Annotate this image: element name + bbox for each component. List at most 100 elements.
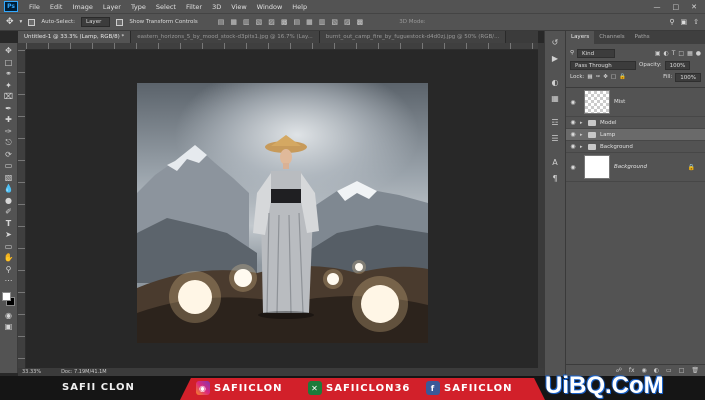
zoom-level[interactable]: 33.33%	[22, 369, 41, 375]
move-tool-icon[interactable]: ✥	[2, 45, 16, 57]
crop-tool-icon[interactable]: ⌧	[2, 91, 16, 103]
eyedropper-tool-icon[interactable]: ✒	[2, 103, 16, 115]
vertical-ruler[interactable]	[18, 50, 26, 368]
quick-select-tool-icon[interactable]: ✦	[2, 80, 16, 92]
shape-filter-icon[interactable]: □	[678, 50, 684, 57]
path-selection-tool-icon[interactable]: ➤	[2, 229, 16, 241]
quick-mask-icon[interactable]: ◉	[2, 310, 16, 322]
share-icon[interactable]: ⇧	[693, 18, 699, 26]
document-tab[interactable]: Untitled-1 @ 33.3% (Lamp, RGB/8) *	[18, 31, 132, 43]
paragraph-panel-icon[interactable]: ¶	[548, 173, 562, 185]
layer-group-lamp[interactable]: ◉ ▸ Lamp	[566, 129, 705, 141]
align-right-icon[interactable]: ▩	[281, 18, 288, 26]
distribute-middle-icon[interactable]: ▦	[306, 18, 313, 26]
menu-file[interactable]: File	[24, 3, 45, 11]
chevron-right-icon[interactable]: ▸	[580, 144, 586, 150]
tool-preset-chevron-icon[interactable]: ▾	[20, 19, 23, 25]
menu-edit[interactable]: Edit	[45, 3, 68, 11]
menu-filter[interactable]: Filter	[181, 3, 207, 11]
lock-all-icon[interactable]: 🔒	[619, 74, 626, 80]
filter-kind-dropdown[interactable]: Kind	[577, 48, 616, 58]
menu-layer[interactable]: Layer	[98, 3, 126, 11]
clone-stamp-tool-icon[interactable]: ⎋	[2, 137, 16, 149]
layer-row-mist[interactable]: ◉ Mist	[566, 88, 705, 117]
visibility-eye-icon[interactable]: ◉	[566, 143, 580, 150]
search-icon[interactable]: ⚲	[669, 18, 674, 26]
brush-tool-icon[interactable]: ✑	[2, 126, 16, 138]
properties-panel-icon[interactable]: ☰	[548, 133, 562, 145]
eraser-tool-icon[interactable]: ▭	[2, 160, 16, 172]
maximize-icon[interactable]: □	[673, 3, 680, 11]
menu-3d[interactable]: 3D	[207, 3, 226, 11]
visibility-eye-icon[interactable]: ◉	[566, 99, 580, 106]
workspace-icon[interactable]: ▣	[681, 18, 688, 26]
auto-select-checkbox[interactable]	[28, 18, 36, 26]
menu-help[interactable]: Help	[287, 3, 312, 11]
adjustments-panel-icon[interactable]: ☲	[548, 117, 562, 129]
auto-select-dropdown[interactable]: Layer	[81, 17, 111, 27]
delete-layer-icon[interactable]: 🗑	[691, 367, 699, 374]
align-center-icon[interactable]: ▨	[268, 18, 275, 26]
visibility-eye-icon[interactable]: ◉	[566, 119, 580, 126]
gradient-tool-icon[interactable]: ▧	[2, 172, 16, 184]
tab-paths[interactable]: Paths	[630, 31, 655, 44]
distribute-left-icon[interactable]: ▧	[331, 18, 338, 26]
new-layer-icon[interactable]: □	[679, 367, 685, 374]
fill-input[interactable]: 100%	[675, 72, 701, 82]
horizontal-ruler[interactable]	[26, 43, 538, 50]
adjustment-filter-icon[interactable]: ◐	[663, 50, 668, 57]
lock-paint-icon[interactable]: ✑	[596, 74, 601, 80]
opacity-input[interactable]: 100%	[664, 60, 691, 70]
chevron-right-icon[interactable]: ▸	[580, 132, 586, 138]
color-panel-icon[interactable]: ◐	[548, 77, 562, 89]
dodge-tool-icon[interactable]: ●	[2, 195, 16, 207]
document-canvas[interactable]	[137, 83, 428, 343]
move-tool-icon[interactable]: ✥	[6, 17, 14, 27]
align-top-icon[interactable]: ▤	[218, 18, 225, 26]
visibility-eye-icon[interactable]: ◉	[566, 131, 580, 138]
distribute-bottom-icon[interactable]: ▥	[319, 18, 326, 26]
screen-mode-icon[interactable]: ▣	[2, 321, 16, 333]
layer-group-model[interactable]: ◉ ▸ Model	[566, 117, 705, 129]
visibility-eye-icon[interactable]: ◉	[566, 164, 580, 171]
close-icon[interactable]: ✕	[691, 3, 697, 11]
align-bottom-icon[interactable]: ▥	[243, 18, 250, 26]
lock-artboard-icon[interactable]: □	[611, 74, 616, 80]
document-tab[interactable]: burnt_out_camp_fire_by_fuguestock-d4d0zj…	[319, 31, 507, 43]
smart-object-filter-icon[interactable]: ▦	[687, 50, 693, 57]
menu-view[interactable]: View	[226, 3, 251, 11]
pixel-filter-icon[interactable]: ▣	[655, 50, 661, 57]
marquee-tool-icon[interactable]: □	[2, 57, 16, 69]
layer-row-background[interactable]: ◉ Background 🔒	[566, 153, 705, 182]
pen-tool-icon[interactable]: ✐	[2, 206, 16, 218]
new-group-icon[interactable]: ▭	[666, 367, 672, 374]
distribute-top-icon[interactable]: ▤	[294, 18, 301, 26]
foreground-color-swatch[interactable]	[1, 291, 11, 301]
swatches-panel-icon[interactable]: ▦	[548, 93, 562, 105]
history-brush-tool-icon[interactable]: ⟳	[2, 149, 16, 161]
menu-window[interactable]: Window	[252, 3, 288, 11]
character-panel-icon[interactable]: A	[548, 157, 562, 169]
type-filter-icon[interactable]: T	[672, 50, 676, 57]
hand-tool-icon[interactable]: ✋	[2, 252, 16, 264]
layer-group-background[interactable]: ◉ ▸ Background	[566, 141, 705, 153]
menu-select[interactable]: Select	[151, 3, 181, 11]
rectangle-tool-icon[interactable]: ▭	[2, 241, 16, 253]
lock-position-icon[interactable]: ✥	[603, 74, 608, 80]
play-actions-icon[interactable]: ▶	[548, 53, 562, 65]
healing-brush-tool-icon[interactable]: ✚	[2, 114, 16, 126]
distribute-center-icon[interactable]: ▨	[344, 18, 351, 26]
align-left-icon[interactable]: ▧	[256, 18, 263, 26]
zoom-tool-icon[interactable]: ⚲	[2, 264, 16, 276]
type-tool-icon[interactable]: T	[2, 218, 16, 230]
distribute-right-icon[interactable]: ▩	[357, 18, 364, 26]
filter-toggle-icon[interactable]: ●	[696, 50, 701, 57]
transform-controls-checkbox[interactable]	[116, 18, 124, 26]
tab-layers[interactable]: Layers	[566, 31, 595, 44]
document-tab[interactable]: eastern_horizons_5_by_mood_stock-d3pits1…	[131, 31, 320, 43]
history-icon[interactable]: ↺	[548, 37, 562, 49]
blur-tool-icon[interactable]: 💧	[2, 183, 16, 195]
menu-image[interactable]: Image	[67, 3, 97, 11]
chevron-right-icon[interactable]: ▸	[580, 120, 586, 126]
lock-pixels-icon[interactable]: ▦	[587, 74, 592, 80]
